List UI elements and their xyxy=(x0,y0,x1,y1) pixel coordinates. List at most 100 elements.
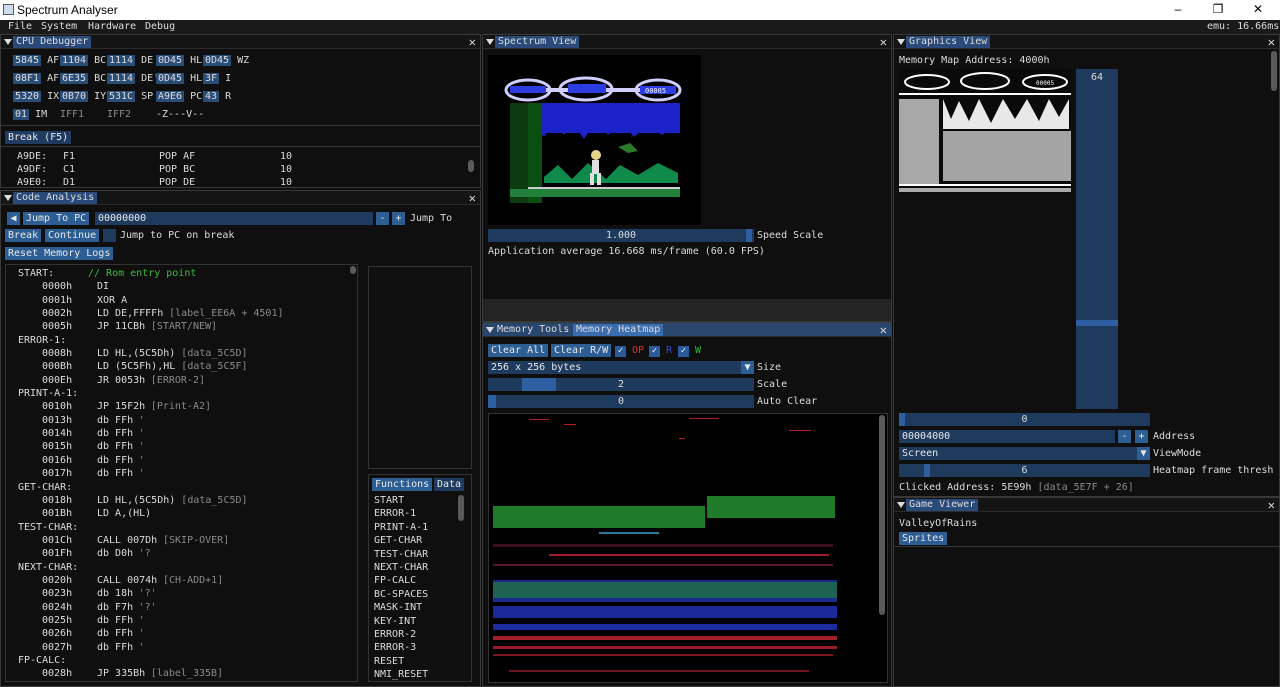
cpu-debugger-titlebar[interactable]: CPU Debugger ✕ xyxy=(1,35,480,49)
menu-debug[interactable]: Debug xyxy=(145,21,175,32)
chevron-down-icon[interactable]: ▼ xyxy=(1137,447,1150,460)
register-sp[interactable]: 531C SP xyxy=(107,90,153,103)
heatmap-scrollbar[interactable] xyxy=(879,415,885,615)
function-list-item[interactable]: MASK-INT xyxy=(374,601,428,614)
register-bc-alt[interactable]: 6E35 BC' xyxy=(60,72,112,85)
spectrum-screen[interactable]: 00005 xyxy=(488,55,701,225)
register-de-alt[interactable]: 1114 DE' xyxy=(107,72,159,85)
close-icon[interactable]: ✕ xyxy=(469,191,476,205)
function-list-item[interactable]: GET-CHAR xyxy=(374,534,428,547)
code-line[interactable]: 001Ch CALL 007Dh [SKIP-OVER] xyxy=(18,534,229,547)
address-slider[interactable]: 0 xyxy=(899,413,1150,426)
address-input[interactable]: 00004000 xyxy=(899,430,1115,443)
code-line[interactable]: 0008h LD HL,(5C5Dh) [data_5C5D] xyxy=(18,347,248,360)
disassembly-scrollbar[interactable] xyxy=(468,160,474,172)
code-line[interactable]: 0000h DI xyxy=(18,280,109,293)
register-ix[interactable]: 5320 IX xyxy=(13,90,59,103)
close-icon[interactable]: ✕ xyxy=(1268,35,1275,49)
code-line[interactable]: ERROR-1: xyxy=(18,334,78,347)
function-list-item[interactable]: PRINT-A-1 xyxy=(374,521,428,534)
close-icon[interactable]: ✕ xyxy=(469,35,476,49)
code-line[interactable]: 000Eh JR 0053h [ERROR-2] xyxy=(18,374,205,387)
memory-tools-titlebar[interactable]: Memory Tools Memory Heatmap ✕ xyxy=(483,323,891,337)
code-line[interactable]: START:// Rom entry point xyxy=(18,267,196,280)
graphics-scrollbar[interactable] xyxy=(1271,51,1277,91)
code-line[interactable]: 0024h db F7h '?' xyxy=(18,601,157,614)
code-line[interactable]: TEST-CHAR: xyxy=(18,521,78,534)
code-line[interactable]: 0013h db FFh ' xyxy=(18,414,145,427)
function-list-item[interactable]: NMI_RESET xyxy=(374,668,428,680)
maximize-button[interactable]: ❐ xyxy=(1208,2,1228,16)
menu-file[interactable]: File xyxy=(8,21,32,32)
function-list-item[interactable]: START xyxy=(374,494,428,507)
jump-on-break-checkbox[interactable] xyxy=(103,229,116,242)
graphics-memory-view[interactable]: 00005 xyxy=(899,69,1071,194)
write-checkbox[interactable]: ✓ W xyxy=(678,344,701,357)
register-af[interactable]: 5845 AF xyxy=(13,54,59,67)
code-line[interactable]: 0016h db FFh ' xyxy=(18,454,145,467)
size-select[interactable]: 256 x 256 bytes ▼ xyxy=(488,361,754,374)
register-r[interactable]: 43 R xyxy=(203,90,231,103)
register-hl-alt[interactable]: 0D45 HL' xyxy=(156,72,208,85)
collapse-arrow-icon[interactable] xyxy=(4,39,12,45)
close-icon[interactable]: ✕ xyxy=(880,323,887,337)
function-list-item[interactable]: ERROR-2 xyxy=(374,628,428,641)
spectrum-view-titlebar[interactable]: Spectrum View ✕ xyxy=(483,35,891,49)
memory-map-vertical-slider[interactable]: 64 xyxy=(1076,69,1118,409)
collapse-arrow-icon[interactable] xyxy=(4,195,12,201)
memory-heatmap[interactable] xyxy=(488,413,888,683)
auto-clear-slider[interactable]: 0 xyxy=(488,395,754,408)
code-line[interactable]: 001Bh LD A,(HL) xyxy=(18,507,151,520)
chevron-down-icon[interactable]: ▼ xyxy=(741,361,754,374)
minimize-button[interactable]: – xyxy=(1168,2,1188,16)
heatmap-thresh-slider[interactable]: 6 xyxy=(899,464,1150,477)
tab-data[interactable]: Data xyxy=(434,478,465,491)
game-viewer-titlebar[interactable]: Game Viewer ✕ xyxy=(894,498,1279,512)
viewmode-select[interactable]: Screen ▼ xyxy=(899,447,1150,460)
tab-functions[interactable]: Functions xyxy=(372,478,433,491)
code-line[interactable]: 0018h LD HL,(5C5Dh) [data_5C5D] xyxy=(18,494,248,507)
function-list-item[interactable]: NEXT-CHAR xyxy=(374,561,428,574)
code-line[interactable]: PRINT-A-1: xyxy=(18,387,78,400)
code-line[interactable]: FP-CALC: xyxy=(18,654,78,667)
code-line[interactable]: GET-CHAR: xyxy=(18,481,78,494)
close-icon[interactable]: ✕ xyxy=(880,35,887,49)
tab-memory-heatmap[interactable]: Memory Heatmap xyxy=(573,324,664,336)
function-list-item[interactable]: ERROR-3 xyxy=(374,641,428,654)
code-line[interactable]: 0005h JP 11CBh [START/NEW] xyxy=(18,320,217,333)
op-checkbox[interactable]: ✓ OP xyxy=(615,344,644,357)
address-minus-button[interactable]: - xyxy=(1118,430,1131,443)
clear-rw-button[interactable]: Clear R/W xyxy=(551,344,612,357)
jump-address-input[interactable]: 00000000 xyxy=(95,212,373,225)
graphics-view-titlebar[interactable]: Graphics View ✕ xyxy=(894,35,1279,49)
function-list-item[interactable]: FP-CALC xyxy=(374,574,428,587)
menu-hardware[interactable]: Hardware xyxy=(88,21,136,32)
code-listing[interactable]: START:// Rom entry point 0000h DI 0001h XOR … xyxy=(5,264,358,682)
register-af-alt[interactable]: 08F1 AF' xyxy=(13,72,65,85)
code-line[interactable]: 0020h CALL 0074h [CH-ADD+1] xyxy=(18,574,223,587)
register-wz[interactable]: 0D45 WZ xyxy=(203,54,249,67)
code-line[interactable]: 0010h JP 15F2h [Print-A2] xyxy=(18,400,211,413)
register-bc[interactable]: 1104 BC xyxy=(60,54,106,67)
code-line[interactable]: 0026h db FFh ' xyxy=(18,627,145,640)
register-de[interactable]: 1114 DE xyxy=(107,54,153,67)
function-list-item[interactable]: ERROR-1 xyxy=(374,507,428,520)
code-analysis-titlebar[interactable]: Code Analysis ✕ xyxy=(1,191,480,205)
code-line[interactable]: 0028h JP 335Bh [label_335B] xyxy=(18,667,223,680)
code-line[interactable]: 0025h db FFh ' xyxy=(18,614,145,627)
reset-memory-logs-button[interactable]: Reset Memory Logs xyxy=(5,247,114,260)
register-pc[interactable]: A9E6 PC xyxy=(156,90,202,103)
functions-scrollbar[interactable] xyxy=(458,495,464,521)
break-button[interactable]: Break xyxy=(5,229,42,242)
register-i[interactable]: 3F I xyxy=(203,72,231,85)
address-plus-button[interactable]: + xyxy=(392,212,405,225)
code-line[interactable]: NEXT-CHAR: xyxy=(18,561,78,574)
code-line[interactable]: 0002h LD DE,FFFFh [label_EE6A + 4501] xyxy=(18,307,283,320)
continue-button[interactable]: Continue xyxy=(45,229,100,242)
code-line[interactable]: 0027h db FFh ' xyxy=(18,641,145,654)
code-line[interactable]: 001Fh db D0h '? xyxy=(18,547,151,560)
register-iy[interactable]: 0B70 IY xyxy=(60,90,106,103)
close-icon[interactable]: ✕ xyxy=(1268,498,1275,512)
collapse-arrow-icon[interactable] xyxy=(486,327,494,333)
collapse-arrow-icon[interactable] xyxy=(897,39,905,45)
